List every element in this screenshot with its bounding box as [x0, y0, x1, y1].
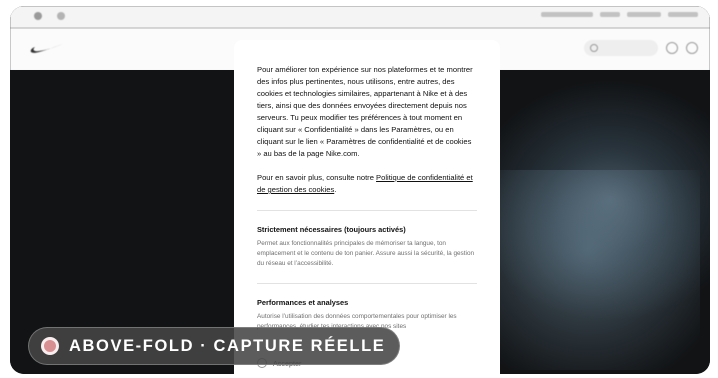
section-description: Permet aux fonctionnalités principales d… [257, 240, 475, 267]
utility-link-stores[interactable] [541, 12, 593, 17]
cookie-section-necessary: Strictement nécessaires (toujours activé… [257, 225, 477, 269]
utility-bar [10, 6, 710, 28]
jordan-logo-icon[interactable] [34, 12, 42, 20]
badge-text: ABOVE-FOLD · CAPTURE RÉELLE [69, 336, 386, 355]
utility-link-signin[interactable] [668, 12, 698, 17]
utility-link-join[interactable] [627, 12, 661, 17]
bag-icon[interactable] [686, 42, 698, 54]
utility-links [541, 12, 698, 17]
cookie-intro-text: Pour améliorer ton expérience sur nos pl… [257, 65, 473, 158]
nike-swoosh-icon[interactable] [30, 42, 64, 54]
divider [257, 283, 477, 284]
heart-icon[interactable] [666, 42, 678, 54]
record-dot-icon [41, 337, 59, 355]
capture-badge: ABOVE-FOLD · CAPTURE RÉELLE [28, 327, 400, 365]
search-input[interactable] [584, 40, 658, 56]
privacy-more-info: Pour en savoir plus, consulte notre Poli… [257, 172, 477, 196]
converse-logo-icon[interactable] [57, 12, 65, 20]
header-actions [584, 40, 698, 56]
more-info-suffix: . [334, 185, 337, 194]
utility-link-help[interactable] [600, 12, 620, 17]
more-info-prefix: Pour en savoir plus, consulte notre [257, 173, 377, 182]
section-title: Performances et analyses [257, 298, 349, 307]
divider [257, 210, 477, 211]
cookie-modal-content: Pour améliorer ton expérience sur nos pl… [257, 64, 477, 332]
section-title: Strictement nécessaires (toujours activé… [257, 225, 406, 234]
